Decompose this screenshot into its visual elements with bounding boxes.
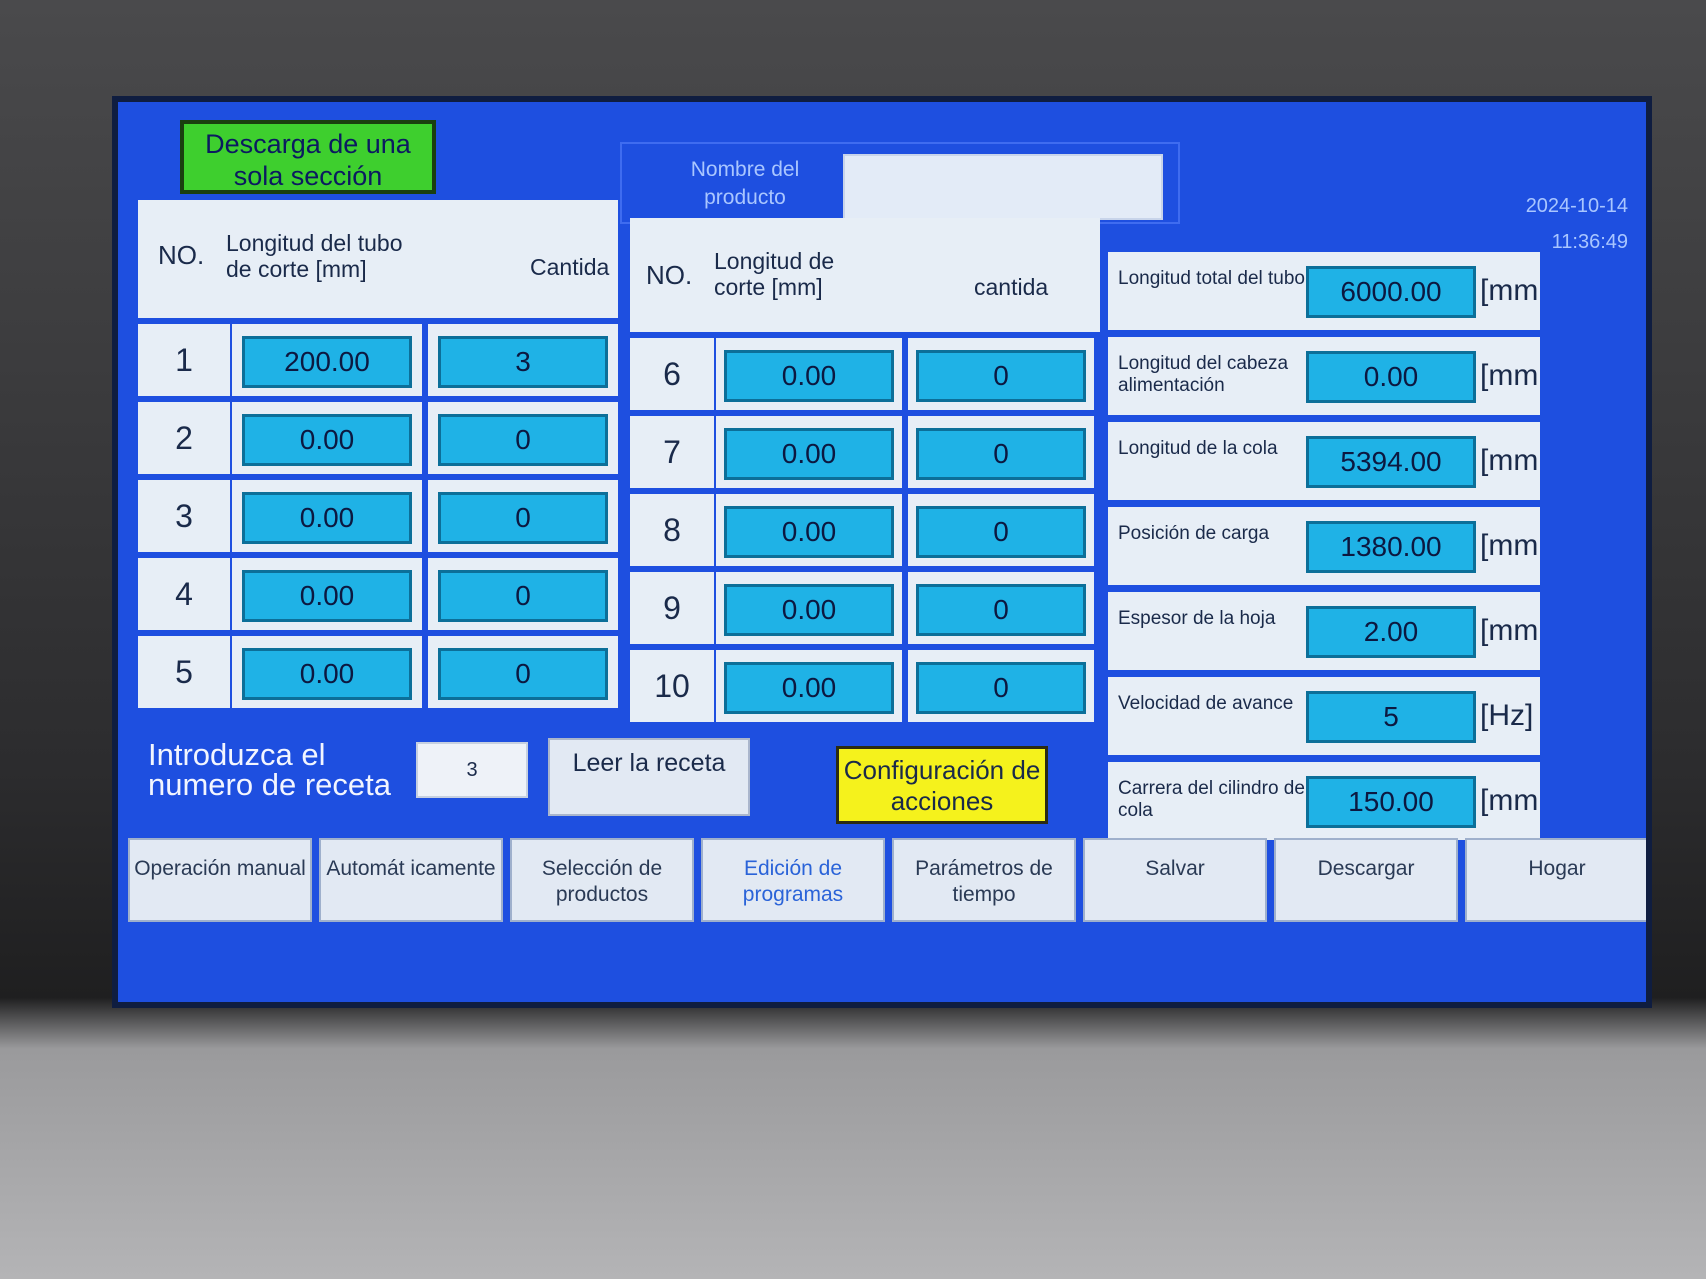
left-col-length: Longitud del tubo de corte [mm] bbox=[226, 230, 403, 282]
config-actions-button[interactable]: Configuración de acciones bbox=[836, 746, 1048, 824]
nav-button[interactable]: Automát icamente bbox=[319, 838, 503, 922]
quantity-field[interactable]: 0 bbox=[438, 414, 608, 466]
param-unit-blade-thickness: [mm bbox=[1480, 614, 1539, 647]
quantity-field[interactable]: 0 bbox=[916, 584, 1086, 636]
nav-button[interactable]: Operación manual bbox=[128, 838, 312, 922]
param-label-total-length: Longitud total del tubo bbox=[1118, 268, 1305, 289]
param-label-head-length: Longitud del cabeza alimentación bbox=[1118, 353, 1289, 396]
right-col-qty: cantida bbox=[974, 274, 1049, 300]
quantity-field[interactable]: 0 bbox=[916, 350, 1086, 402]
read-recipe-label: Leer la receta bbox=[572, 749, 726, 777]
param-field-blade-thickness[interactable]: 2.00 bbox=[1306, 606, 1476, 658]
param-label-load-position: Posición de carga bbox=[1118, 523, 1270, 544]
quantity-field[interactable]: 3 bbox=[438, 336, 608, 388]
nav-button[interactable]: Parámetros de tiempo bbox=[892, 838, 1076, 922]
cut-length-field[interactable]: 0.00 bbox=[724, 428, 894, 480]
cut-length-field[interactable]: 0.00 bbox=[242, 570, 412, 622]
param-unit-tail-cylinder-stroke: [mm bbox=[1480, 784, 1539, 817]
cut-length-field[interactable]: 200.00 bbox=[242, 336, 412, 388]
read-recipe-button[interactable]: Leer la receta bbox=[548, 738, 750, 816]
param-field-total-length[interactable]: 6000.00 bbox=[1306, 266, 1476, 318]
right-col-no: NO. bbox=[646, 260, 693, 290]
param-field-tail-cylinder-stroke[interactable]: 150.00 bbox=[1306, 776, 1476, 828]
param-unit-feed-speed: [Hz] bbox=[1480, 699, 1534, 732]
recipe-input[interactable]: 3 bbox=[416, 742, 528, 798]
nav-button[interactable]: Descargar bbox=[1274, 838, 1458, 922]
param-label-feed-speed: Velocidad de avance bbox=[1118, 693, 1294, 714]
param-label-tail-length: Longitud de la cola bbox=[1118, 438, 1278, 459]
param-label-tail-cylinder-stroke: Carrera del cilindro de cola bbox=[1118, 778, 1305, 821]
datetime: 2024-10-14 11:36:49 bbox=[1458, 188, 1628, 260]
quantity-field[interactable]: 0 bbox=[438, 648, 608, 700]
left-col-no: NO. bbox=[158, 240, 205, 270]
quantity-field[interactable]: 0 bbox=[438, 570, 608, 622]
cut-length-field[interactable]: 0.00 bbox=[724, 584, 894, 636]
left-col-qty: Cantida bbox=[530, 254, 610, 280]
row-number: 5 bbox=[138, 636, 230, 708]
quantity-field[interactable]: 0 bbox=[438, 492, 608, 544]
row-number: 2 bbox=[138, 402, 230, 474]
nav-button[interactable]: Edición de programas bbox=[701, 838, 885, 922]
param-field-feed-speed[interactable]: 5 bbox=[1306, 691, 1476, 743]
config-actions-label: Configuración de acciones bbox=[843, 755, 1041, 816]
recipe-label: Introduzca el numero de receta bbox=[148, 740, 391, 798]
nav-button[interactable]: Selección de productos bbox=[510, 838, 694, 922]
cut-length-field[interactable]: 0.00 bbox=[242, 648, 412, 700]
cut-length-field[interactable]: 0.00 bbox=[724, 350, 894, 402]
nav-button[interactable]: Hogar bbox=[1465, 838, 1646, 922]
row-number: 1 bbox=[138, 324, 230, 396]
param-unit-head-length: [mm bbox=[1480, 359, 1539, 392]
row-number: 10 bbox=[630, 650, 714, 722]
product-name-input[interactable] bbox=[843, 154, 1163, 220]
param-unit-total-length: [mm bbox=[1480, 274, 1539, 307]
param-field-tail-length[interactable]: 5394.00 bbox=[1306, 436, 1476, 488]
quantity-field[interactable]: 0 bbox=[916, 428, 1086, 480]
row-number: 4 bbox=[138, 558, 230, 630]
row-number: 8 bbox=[630, 494, 714, 566]
param-field-load-position[interactable]: 1380.00 bbox=[1306, 521, 1476, 573]
right-col-length: Longitud de corte [mm] bbox=[714, 248, 835, 300]
cut-length-field[interactable]: 0.00 bbox=[242, 414, 412, 466]
hmi-screen: Descarga de una sola sección Nombre del … bbox=[112, 96, 1652, 1008]
param-unit-tail-length: [mm bbox=[1480, 444, 1539, 477]
row-number: 3 bbox=[138, 480, 230, 552]
row-number: 6 bbox=[630, 338, 714, 410]
quantity-field[interactable]: 0 bbox=[916, 506, 1086, 558]
date-text: 2024-10-14 bbox=[1525, 195, 1628, 217]
row-number: 7 bbox=[630, 416, 714, 488]
cut-length-field[interactable]: 0.00 bbox=[242, 492, 412, 544]
mode-button[interactable]: Descarga de una sola sección bbox=[180, 120, 436, 194]
row-number: 9 bbox=[630, 572, 714, 644]
quantity-field[interactable]: 0 bbox=[916, 662, 1086, 714]
param-label-blade-thickness: Espesor de la hoja bbox=[1118, 608, 1276, 629]
param-unit-load-position: [mm bbox=[1480, 529, 1539, 562]
product-name-label: Nombre del producto bbox=[690, 158, 800, 209]
cut-length-field[interactable]: 0.00 bbox=[724, 506, 894, 558]
nav-button[interactable]: Salvar bbox=[1083, 838, 1267, 922]
param-field-head-length[interactable]: 0.00 bbox=[1306, 351, 1476, 403]
cut-length-field[interactable]: 0.00 bbox=[724, 662, 894, 714]
